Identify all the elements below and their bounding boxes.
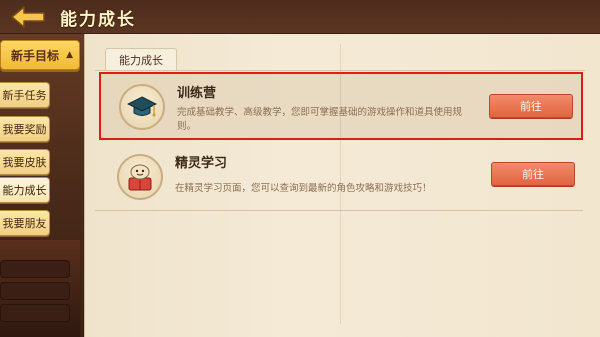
spirit-book-icon	[117, 154, 163, 200]
sidebar-item-rewards[interactable]: 我要奖励	[0, 116, 50, 142]
content-panel: 能力成长 训练营 完成基础教学、高级教学，您即可掌握基础的游戏操作和道具使用规则…	[84, 34, 600, 337]
row-title: 训练营	[177, 86, 217, 101]
tab-ability-growth[interactable]: 能力成长	[105, 48, 177, 70]
back-arrow-icon	[11, 6, 45, 28]
sidebar-section-label: 新手目标	[11, 48, 60, 63]
page-title: 能力成长	[60, 10, 136, 30]
sidebar-item-ability-growth[interactable]: 能力成长	[0, 177, 50, 203]
row-title: 精灵学习	[175, 156, 228, 171]
caret-up-icon: ▲	[66, 50, 73, 60]
sidebar-section-header[interactable]: 新手目标 ▲	[0, 40, 80, 70]
sidebar-item-friends[interactable]: 我要朋友	[0, 210, 50, 236]
row-description: 完成基础教学、高级教学，您即可掌握基础的游戏操作和道具使用规则。	[177, 107, 463, 132]
list-item-spirit-study: 精灵学习 在精灵学习页面，您可以查询到最新的角色攻略和游戏技巧！ 前往	[99, 144, 583, 212]
back-button[interactable]	[6, 2, 50, 32]
sidebar-item-newbie-tasks[interactable]: 新手任务	[0, 82, 50, 108]
go-button[interactable]: 前往	[491, 162, 575, 186]
sidebar-item-skins[interactable]: 我要皮肤	[0, 149, 50, 175]
list-item-training-camp: 训练营 完成基础教学、高级教学，您即可掌握基础的游戏操作和道具使用规则。 前往	[99, 72, 583, 140]
top-bar: 能力成长	[0, 0, 600, 34]
row-description: 在精灵学习页面，您可以查询到最新的角色攻略和游戏技巧！	[175, 183, 432, 194]
sidebar: 新手目标 ▲ 新手任务 我要奖励 我要皮肤 能力成长 我要朋友	[0, 34, 84, 337]
row-divider	[95, 210, 583, 211]
tab-divider	[95, 70, 585, 71]
go-button[interactable]: 前往	[489, 94, 573, 118]
graduation-cap-icon	[119, 84, 165, 130]
